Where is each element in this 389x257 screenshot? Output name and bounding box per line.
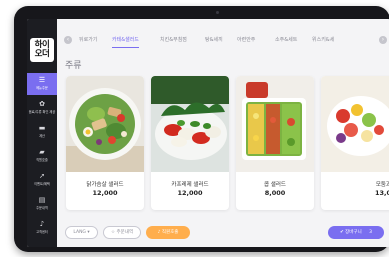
menu-price: 12,000 xyxy=(177,189,203,197)
sidebar: 하이 오더 ☰ 메뉴주문 ✿ 음료/주류 확인 제공 ▬ 계산 ▰ 직원호출 ➚ xyxy=(27,19,57,247)
category-tabs: ‹ 뒤로가기 카테&샐러드 치킨&무침점 탕&세끼 아련안주 소주&세트 위스키… xyxy=(57,33,389,49)
sidebar-item-event[interactable]: ➚ 이벤트/혜택 xyxy=(27,169,57,191)
menu-card[interactable]: 닭가슴살 샐러드 12,000 xyxy=(66,76,144,210)
sidebar-item-label: 고객센터 xyxy=(36,230,48,234)
sidebar-item-label: 메뉴주문 xyxy=(36,86,48,90)
menu-name: 콥 샐러드 xyxy=(264,182,286,188)
bell-icon: ▰ xyxy=(39,148,45,156)
fruit-photo xyxy=(321,76,389,172)
menu-price: 12,000 xyxy=(92,189,118,197)
sidebar-item-drink[interactable]: ✿ 음료/주류 확인 제공 xyxy=(27,97,57,119)
sidebar-item-menu-order[interactable]: ☰ 메뉴주문 xyxy=(27,73,57,95)
salad-photo xyxy=(151,76,229,172)
tab-chicken[interactable]: 치킨&무침점 xyxy=(160,36,187,44)
menu-price: 8,000 xyxy=(264,189,286,197)
sidebar-item-label: 음료/주류 확인 제공 xyxy=(28,110,56,114)
menu-card[interactable]: 모둠과 13,0 xyxy=(321,76,389,210)
tab-salad[interactable]: 카테&샐러드 xyxy=(112,36,139,48)
tab-snacks[interactable]: 아련안주 xyxy=(237,36,255,44)
tab-back[interactable]: 뒤로가기 xyxy=(79,36,97,44)
menu-icon: ☰ xyxy=(38,76,46,84)
sidebar-item-payment[interactable]: ▬ 계산 xyxy=(27,121,57,143)
cart-label: ✔ 장바구니 xyxy=(339,230,362,235)
app-logo: 하이 오더 xyxy=(30,38,54,62)
app-screen: 하이 오더 ☰ 메뉴주문 ✿ 음료/주류 확인 제공 ▬ 계산 ▰ 직원호출 ➚ xyxy=(27,19,389,247)
tablet-device: 하이 오더 ☰ 메뉴주문 ✿ 음료/주류 확인 제공 ▬ 계산 ▰ 직원호출 ➚ xyxy=(14,6,389,252)
sidebar-item-label: 직원호출 xyxy=(36,158,48,162)
logo-line2: 오더 xyxy=(34,49,50,59)
salad-photo xyxy=(236,76,314,172)
section-title: 주류 xyxy=(65,61,82,71)
menu-price: 13,0 xyxy=(374,189,389,197)
tab-soup[interactable]: 탕&세끼 xyxy=(205,36,223,44)
sidebar-item-label: 계산 xyxy=(39,134,45,138)
drink-icon: ✿ xyxy=(39,100,45,108)
tab-active-underline xyxy=(112,47,139,48)
sidebar-item-label: 주문내역 xyxy=(36,206,48,210)
menu-card[interactable]: 콥 샐러드 8,000 xyxy=(236,76,314,210)
menu-card[interactable]: 카프레제 샐러드 12,000 xyxy=(151,76,229,210)
cart-button[interactable]: ✔ 장바구니 3 xyxy=(328,226,384,239)
gift-icon: ➚ xyxy=(39,172,45,180)
menu-name: 닭가슴살 샐러드 xyxy=(86,182,124,188)
menu-name: 모둠과 xyxy=(375,182,389,188)
sidebar-item-support[interactable]: ♪ 고객센터 xyxy=(27,217,57,239)
language-button[interactable]: LANG ▾ xyxy=(65,226,98,239)
menu-name: 카프레제 샐러드 xyxy=(171,182,209,188)
tab-prev-arrow-icon[interactable]: ‹ xyxy=(64,36,72,44)
sidebar-item-staff-call[interactable]: ▰ 직원호출 xyxy=(27,145,57,167)
camera-dot xyxy=(216,11,219,14)
staff-call-button[interactable]: ♪ 직원호출 xyxy=(146,226,190,239)
tab-whisky[interactable]: 위스키&세 xyxy=(312,36,334,44)
salad-photo xyxy=(66,76,144,172)
support-icon: ♪ xyxy=(39,220,45,228)
order-history-button[interactable]: ☆ 주문내역 xyxy=(103,226,141,239)
payment-icon: ▬ xyxy=(38,124,46,132)
sidebar-item-label: 이벤트/혜택 xyxy=(34,182,50,186)
cart-count-badge: 3 xyxy=(369,230,373,235)
receipt-icon: ▤ xyxy=(38,196,46,204)
tab-soju[interactable]: 소주&세트 xyxy=(275,36,297,44)
sidebar-item-order-history[interactable]: ▤ 주문내역 xyxy=(27,193,57,215)
tab-next-arrow-icon[interactable]: › xyxy=(379,36,387,44)
tab-label: 카테&샐러드 xyxy=(112,37,139,43)
